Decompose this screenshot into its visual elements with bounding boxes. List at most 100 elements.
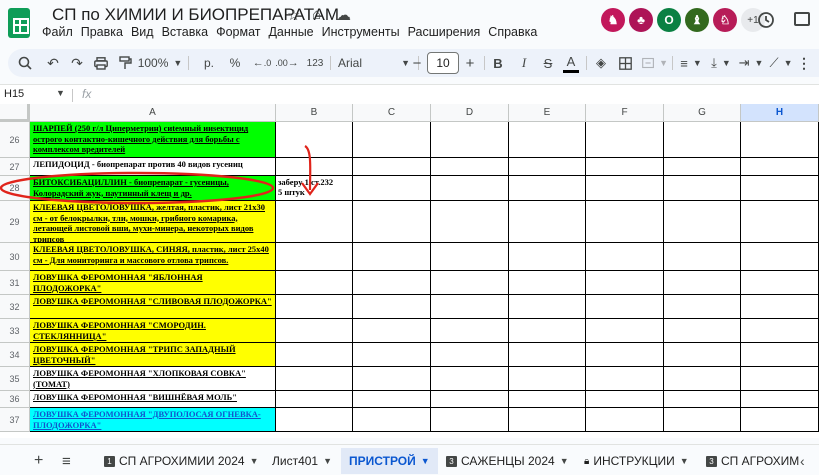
menu-item[interactable]: Инструменты xyxy=(320,25,406,39)
cell[interactable] xyxy=(509,158,586,176)
tab-dropdown-icon[interactable]: ▼ xyxy=(560,456,569,466)
avatar[interactable]: ♞ xyxy=(601,8,625,32)
cell[interactable] xyxy=(276,319,353,343)
cell[interactable] xyxy=(509,391,586,408)
cell[interactable] xyxy=(353,367,431,391)
cell[interactable] xyxy=(741,408,819,432)
cell-product-name[interactable]: ЛОВУШКА ФЕРОМОННАЯ "СМОРОДИН. СТЕКЛЯННИЦ… xyxy=(30,319,276,343)
zoom-select[interactable]: 100% ▼ xyxy=(138,53,183,73)
cell[interactable] xyxy=(664,243,741,271)
sheets-logo-icon[interactable] xyxy=(8,8,30,38)
cell[interactable] xyxy=(509,201,586,243)
cell[interactable] xyxy=(664,319,741,343)
horizontal-align-icon[interactable]: ≡ ▼ xyxy=(678,53,704,73)
cell[interactable] xyxy=(586,158,664,176)
comment-icon[interactable] xyxy=(794,12,810,26)
avatar[interactable]: ♘ xyxy=(713,8,737,32)
cell[interactable] xyxy=(664,122,741,158)
text-wrapping-icon[interactable]: ⇥ ▼ xyxy=(738,53,764,73)
search-menus-icon[interactable] xyxy=(16,53,34,73)
row-header[interactable]: 27 xyxy=(0,158,30,176)
cell[interactable] xyxy=(586,319,664,343)
cell[interactable] xyxy=(741,158,819,176)
cell[interactable] xyxy=(586,122,664,158)
menu-item[interactable]: Формат xyxy=(214,25,266,39)
column-header-a[interactable]: A xyxy=(30,104,276,122)
sheet-tab[interactable]: 3 САЖЕНЦЫ 2024 ▼ xyxy=(446,452,569,470)
undo-icon[interactable]: ↶ xyxy=(44,53,62,73)
cell[interactable] xyxy=(586,343,664,367)
cell[interactable] xyxy=(741,343,819,367)
cell[interactable] xyxy=(509,243,586,271)
cell[interactable] xyxy=(509,319,586,343)
cell[interactable] xyxy=(276,243,353,271)
column-header-d[interactable]: D xyxy=(431,104,509,122)
scroll-tabs-left-icon[interactable]: ‹ xyxy=(800,452,805,470)
cell[interactable] xyxy=(431,271,509,295)
cell[interactable] xyxy=(664,408,741,432)
cell[interactable] xyxy=(741,122,819,158)
font-size-input[interactable]: 10 xyxy=(427,52,459,74)
cell-product-name[interactable]: ЛОВУШКА ФЕРОМОННАЯ "ТРИПС ЗАПАДНЫЙ ЦВЕТО… xyxy=(30,343,276,367)
cell[interactable] xyxy=(431,243,509,271)
cell[interactable] xyxy=(431,176,509,201)
tab-dropdown-icon[interactable]: ▼ xyxy=(680,456,689,466)
cell[interactable] xyxy=(741,391,819,408)
name-box[interactable]: H15 xyxy=(4,88,24,100)
name-box-dropdown-icon[interactable]: ▼ xyxy=(56,88,65,98)
cell[interactable] xyxy=(431,319,509,343)
column-header-b[interactable]: B xyxy=(276,104,353,122)
menu-item[interactable]: Файл xyxy=(40,25,79,39)
history-icon[interactable] xyxy=(756,10,776,30)
cell[interactable] xyxy=(664,158,741,176)
bold-button[interactable]: B xyxy=(490,53,506,73)
tab-dropdown-icon[interactable]: ▼ xyxy=(421,456,430,466)
cell-product-name[interactable]: ШАРПЕЙ (250 г/л Циперметрин) сиtемный ии… xyxy=(30,122,276,158)
cell[interactable] xyxy=(431,201,509,243)
cell[interactable] xyxy=(353,176,431,201)
cell[interactable] xyxy=(276,201,353,243)
cloud-saved-icon[interactable]: ☁ xyxy=(336,6,351,24)
cell[interactable] xyxy=(431,367,509,391)
cell-product-name[interactable]: ЛОВУШКА ФЕРОМОННАЯ "ВИШНЁВАЯ МОЛЬ" xyxy=(30,391,276,408)
decrease-font-size-icon[interactable]: − xyxy=(410,53,424,73)
redo-icon[interactable]: ↷ xyxy=(68,53,86,73)
cell[interactable] xyxy=(276,295,353,319)
cell-product-name[interactable]: ЛОВУШКА ФЕРОМОННАЯ "ЯБЛОННАЯ ПЛОДОЖОРКА" xyxy=(30,271,276,295)
sheet-tab[interactable]: 3 СП АГРОХИМ xyxy=(706,452,799,470)
cell[interactable] xyxy=(431,158,509,176)
row-header[interactable]: 30 xyxy=(0,243,30,271)
row-header[interactable]: 36 xyxy=(0,391,30,408)
cell[interactable] xyxy=(509,176,586,201)
cell[interactable] xyxy=(586,391,664,408)
cell[interactable] xyxy=(353,408,431,432)
number-format-button[interactable]: 123 xyxy=(304,53,326,73)
cell[interactable] xyxy=(664,176,741,201)
menu-item[interactable]: Правка xyxy=(79,25,129,39)
all-sheets-icon[interactable]: ≡ xyxy=(62,452,71,470)
column-header-c[interactable]: C xyxy=(353,104,431,122)
cell[interactable] xyxy=(586,243,664,271)
cell[interactable] xyxy=(664,391,741,408)
row-header[interactable]: 35 xyxy=(0,367,30,391)
select-all-corner[interactable] xyxy=(0,104,30,122)
row-header[interactable]: 32 xyxy=(0,295,30,319)
cell-product-name[interactable]: КЛЕЕВАЯ ЦВЕТОЛОВУШКА, СИНЯЯ, пластик, ли… xyxy=(30,243,276,271)
percent-format-button[interactable]: % xyxy=(226,53,244,73)
increase-decimals-button[interactable]: .00 → xyxy=(275,53,299,73)
cell[interactable] xyxy=(586,408,664,432)
cell-product-name[interactable]: ЛЕПИДОЦИД - биопрепарат против 40 видов … xyxy=(30,158,276,176)
avatar[interactable]: O xyxy=(657,8,681,32)
cell[interactable] xyxy=(431,391,509,408)
merge-cells-icon[interactable]: ▼ xyxy=(642,53,668,73)
cell[interactable] xyxy=(509,408,586,432)
paint-format-icon[interactable] xyxy=(116,53,134,73)
row-header[interactable]: 37 xyxy=(0,408,30,432)
row-header[interactable]: 31 xyxy=(0,271,30,295)
cell-product-name[interactable]: ЛОВУШКА ФЕРОМОННАЯ "ДВУПОЛОСАЯ ОГНЕВКА-П… xyxy=(30,408,276,432)
column-header-f[interactable]: F xyxy=(586,104,664,122)
move-to-folder-icon[interactable]: ⌂ xyxy=(312,6,321,23)
cell[interactable] xyxy=(509,343,586,367)
cell[interactable] xyxy=(431,343,509,367)
cell[interactable] xyxy=(586,201,664,243)
